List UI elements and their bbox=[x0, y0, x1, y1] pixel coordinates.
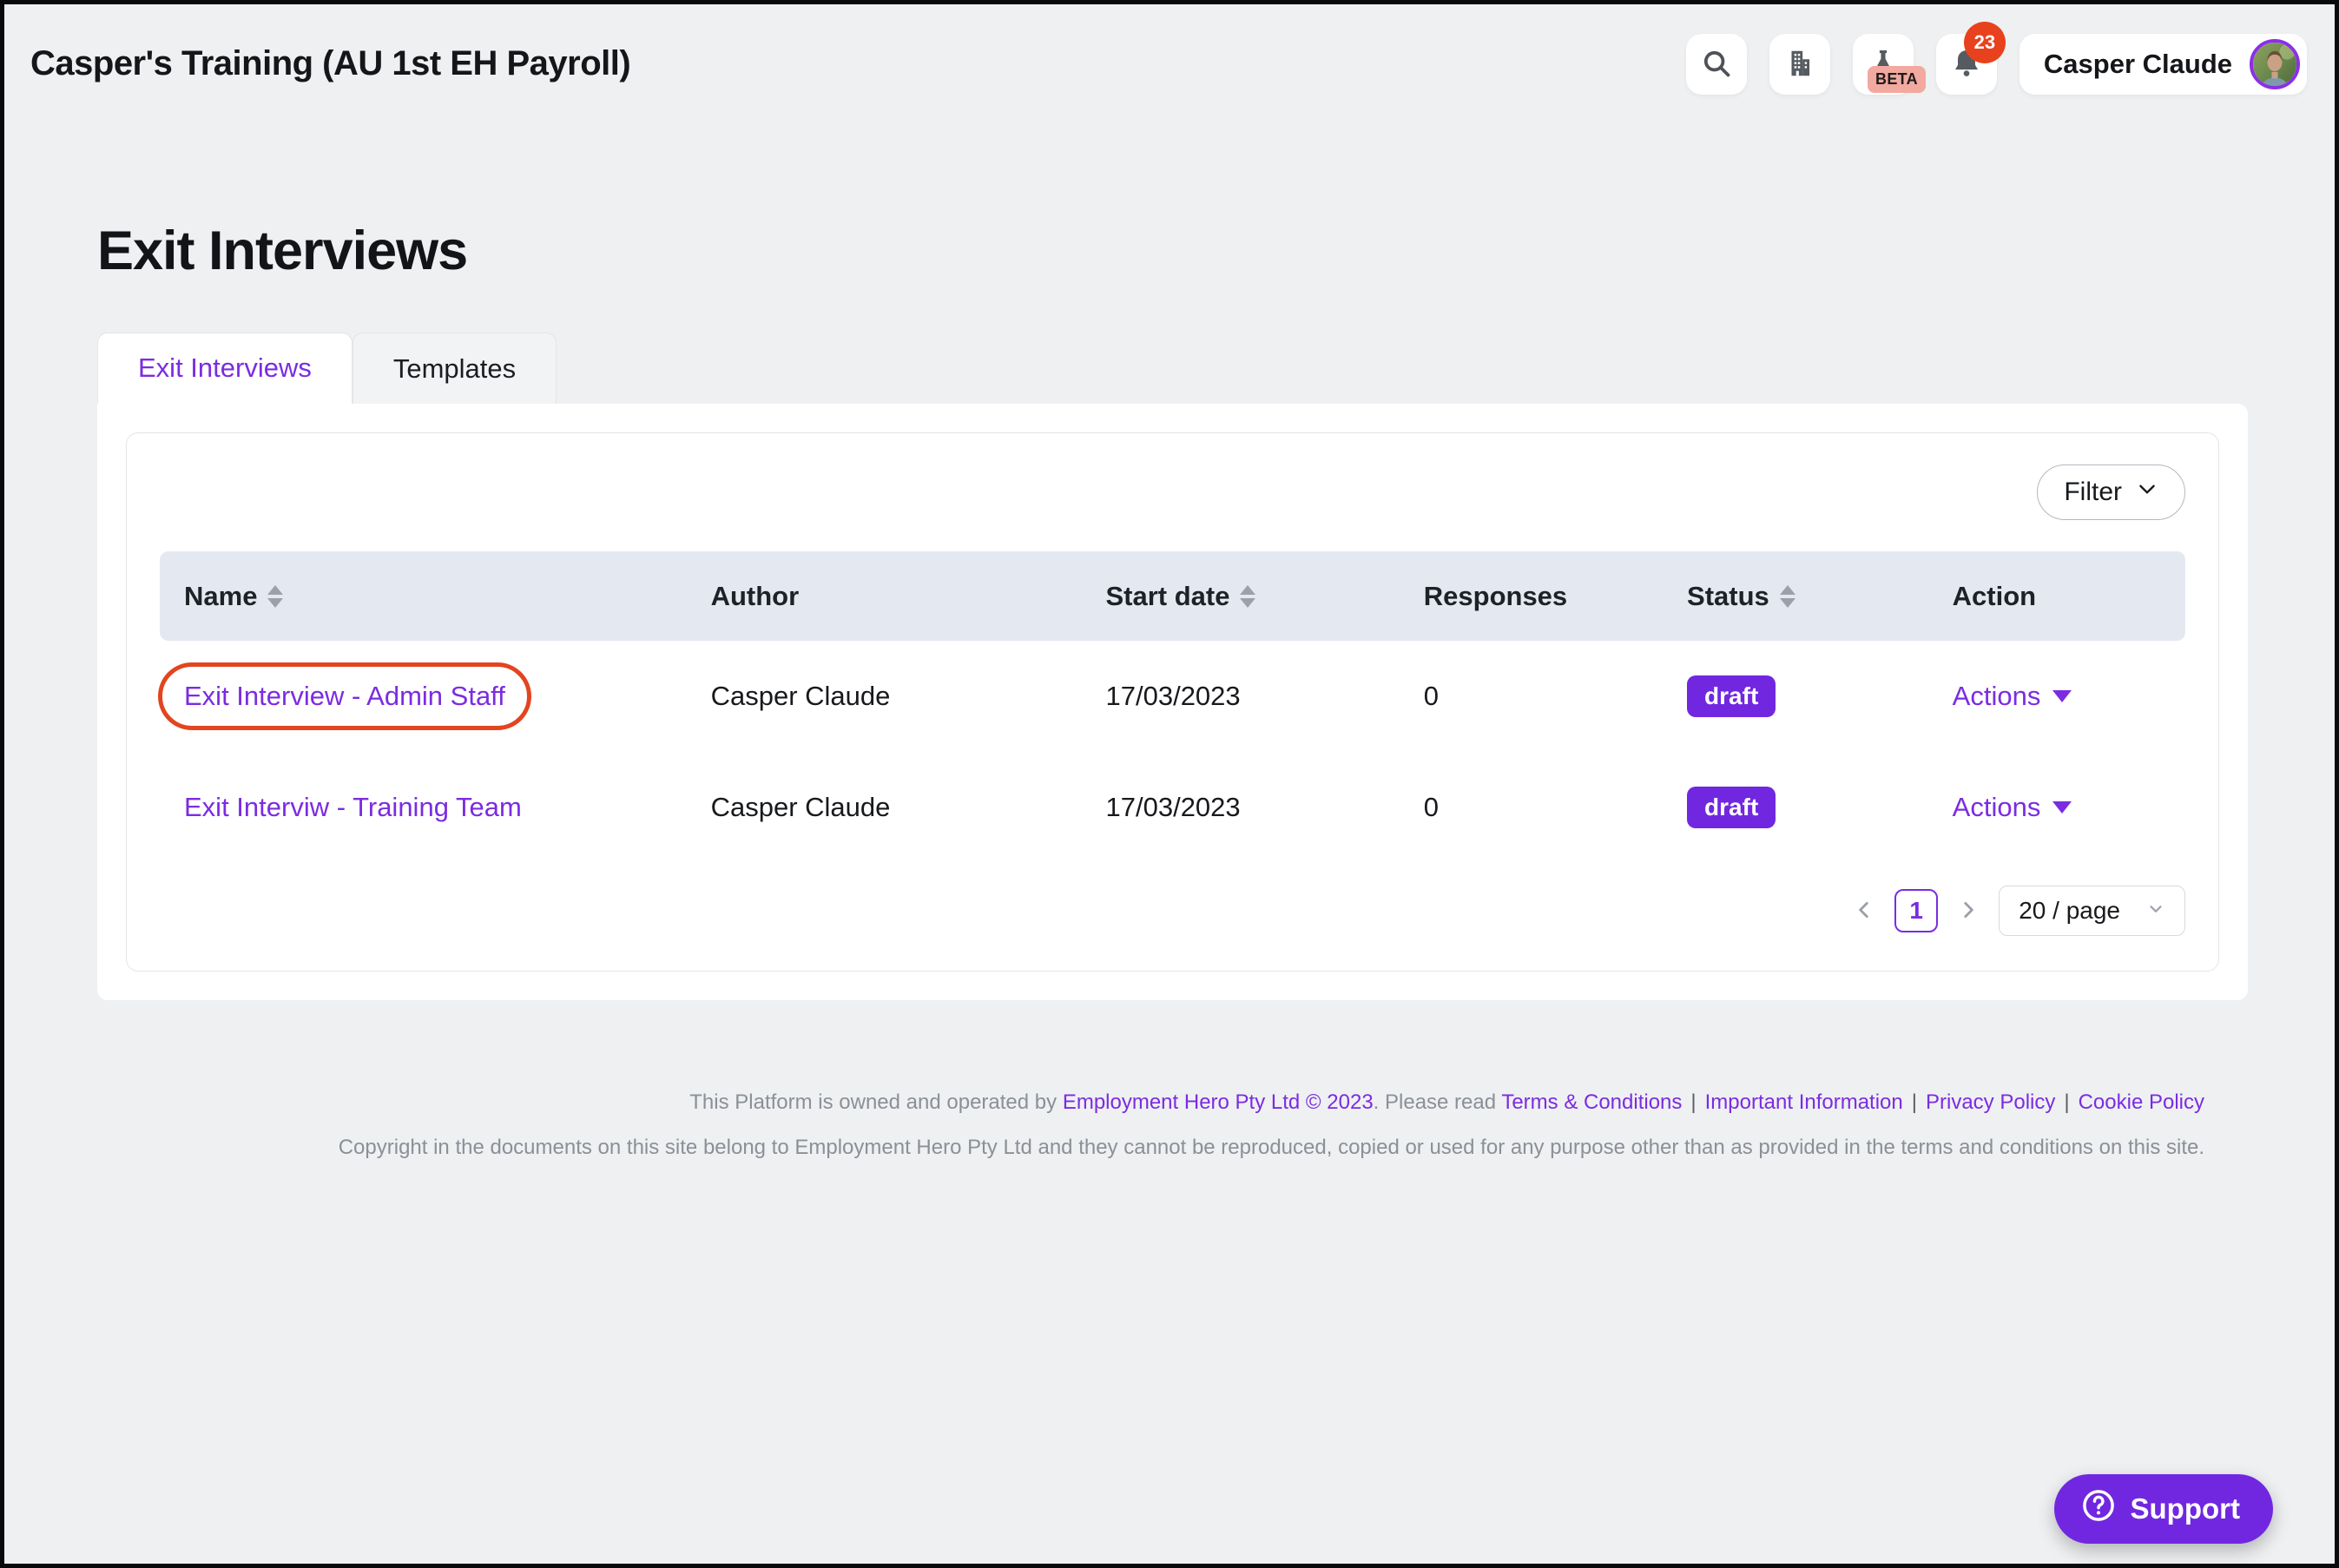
user-name: Casper Claude bbox=[2043, 49, 2232, 79]
start-date-cell: 17/03/2023 bbox=[1105, 681, 1241, 711]
table-header-row: Name Author Start date Responses Status … bbox=[160, 551, 2185, 641]
terms-link[interactable]: Terms & Conditions bbox=[1501, 1090, 1682, 1114]
privacy-policy-link[interactable]: Privacy Policy bbox=[1926, 1090, 2055, 1114]
footer-line2: Copyright in the documents on this site … bbox=[338, 1136, 2204, 1159]
responses-cell: 0 bbox=[1423, 792, 1440, 822]
company-link[interactable]: Employment Hero Pty Ltd © 2023 bbox=[1063, 1090, 1374, 1114]
status-badge: draft bbox=[1687, 787, 1776, 828]
question-circle-icon bbox=[2080, 1487, 2117, 1531]
content-panel: Filter Name Author Start date Responses … bbox=[97, 404, 2248, 1000]
start-date-cell: 17/03/2023 bbox=[1105, 792, 1241, 822]
pagination: 1 20 / page bbox=[160, 886, 2185, 936]
user-menu-button[interactable]: Casper Claude bbox=[2019, 34, 2307, 95]
sort-icon[interactable] bbox=[1779, 584, 1795, 608]
table-row: Exit Interviw - Training Team Casper Cla… bbox=[160, 752, 2185, 863]
company-button[interactable] bbox=[1769, 34, 1830, 95]
footer: This Platform is owned and operated by E… bbox=[97, 1080, 2248, 1170]
filter-button[interactable]: Filter bbox=[2037, 464, 2185, 520]
action-cell: Actions bbox=[1928, 681, 2185, 712]
notifications-button[interactable]: 23 bbox=[1935, 22, 2006, 95]
support-label: Support bbox=[2130, 1492, 2240, 1525]
labs-beta-button[interactable]: BETA bbox=[1852, 34, 1926, 95]
status-cell: draft bbox=[1663, 675, 1928, 717]
main-content: Exit Interviews Exit Interviews Template… bbox=[4, 220, 2335, 1170]
name-cell: Exit Interviw - Training Team bbox=[160, 792, 687, 823]
app-frame: Casper's Training (AU 1st EH Payroll) BE… bbox=[0, 0, 2339, 1568]
search-button[interactable] bbox=[1685, 34, 1747, 95]
tab-bar: Exit Interviews Templates bbox=[97, 333, 2248, 404]
table-row: Exit Interview - Admin Staff Casper Clau… bbox=[158, 641, 2185, 752]
tab-templates[interactable]: Templates bbox=[352, 333, 557, 404]
org-title: Casper's Training (AU 1st EH Payroll) bbox=[30, 44, 631, 82]
page-size-value: 20 / page bbox=[2019, 897, 2120, 924]
chevron-left-icon bbox=[1853, 899, 1875, 924]
filter-label: Filter bbox=[2064, 478, 2122, 506]
column-header-action: Action bbox=[1952, 580, 2037, 611]
caret-down-icon bbox=[2052, 801, 2072, 814]
notification-badge: 23 bbox=[1963, 22, 2006, 63]
cookie-policy-link[interactable]: Cookie Policy bbox=[2079, 1090, 2204, 1114]
author-cell: Casper Claude bbox=[710, 681, 891, 711]
table-card: Filter Name Author Start date Responses … bbox=[126, 432, 2219, 972]
tab-exit-interviews[interactable]: Exit Interviews bbox=[97, 333, 352, 404]
page-title: Exit Interviews bbox=[97, 221, 468, 281]
interview-name-link[interactable]: Exit Interview - Admin Staff bbox=[184, 681, 505, 711]
search-icon bbox=[1700, 47, 1733, 82]
prev-page-button[interactable] bbox=[1853, 899, 1875, 924]
author-cell: Casper Claude bbox=[710, 792, 891, 822]
topbar: Casper's Training (AU 1st EH Payroll) BE… bbox=[4, 4, 2335, 126]
sort-icon[interactable] bbox=[1240, 584, 1256, 608]
topbar-actions: BETA 23 Casper Claude bbox=[1685, 22, 2307, 95]
footer-line1: This Platform is owned and operated by E… bbox=[689, 1090, 2204, 1114]
actions-menu-button[interactable]: Actions bbox=[1953, 681, 2072, 712]
name-cell: Exit Interview - Admin Staff bbox=[158, 662, 687, 730]
caret-down-icon bbox=[2052, 690, 2072, 702]
action-cell: Actions bbox=[1928, 792, 2185, 823]
column-header-name[interactable]: Name bbox=[160, 581, 687, 612]
responses-cell: 0 bbox=[1423, 681, 1440, 711]
column-header-start-date[interactable]: Start date bbox=[1082, 581, 1400, 612]
column-header-responses: Responses bbox=[1423, 580, 1568, 611]
chevron-right-icon bbox=[1957, 899, 1980, 924]
avatar bbox=[2250, 39, 2300, 89]
next-page-button[interactable] bbox=[1957, 899, 1980, 924]
important-info-link[interactable]: Important Information bbox=[1705, 1090, 1903, 1114]
card-toolbar: Filter bbox=[160, 464, 2185, 520]
page-size-select[interactable]: 20 / page bbox=[1999, 886, 2185, 936]
chevron-down-icon bbox=[2146, 897, 2165, 925]
support-button[interactable]: Support bbox=[2053, 1474, 2273, 1544]
column-header-author: Author bbox=[710, 580, 800, 611]
status-badge: draft bbox=[1687, 675, 1776, 717]
chevron-down-icon bbox=[2136, 478, 2158, 507]
status-cell: draft bbox=[1663, 787, 1928, 828]
beta-badge: BETA bbox=[1868, 66, 1926, 93]
interview-name-link[interactable]: Exit Interviw - Training Team bbox=[184, 792, 522, 823]
column-header-status[interactable]: Status bbox=[1663, 581, 1928, 612]
actions-menu-button[interactable]: Actions bbox=[1953, 792, 2072, 823]
page-number-button[interactable]: 1 bbox=[1894, 889, 1939, 932]
building-icon bbox=[1783, 47, 1816, 82]
sort-icon[interactable] bbox=[267, 584, 284, 608]
